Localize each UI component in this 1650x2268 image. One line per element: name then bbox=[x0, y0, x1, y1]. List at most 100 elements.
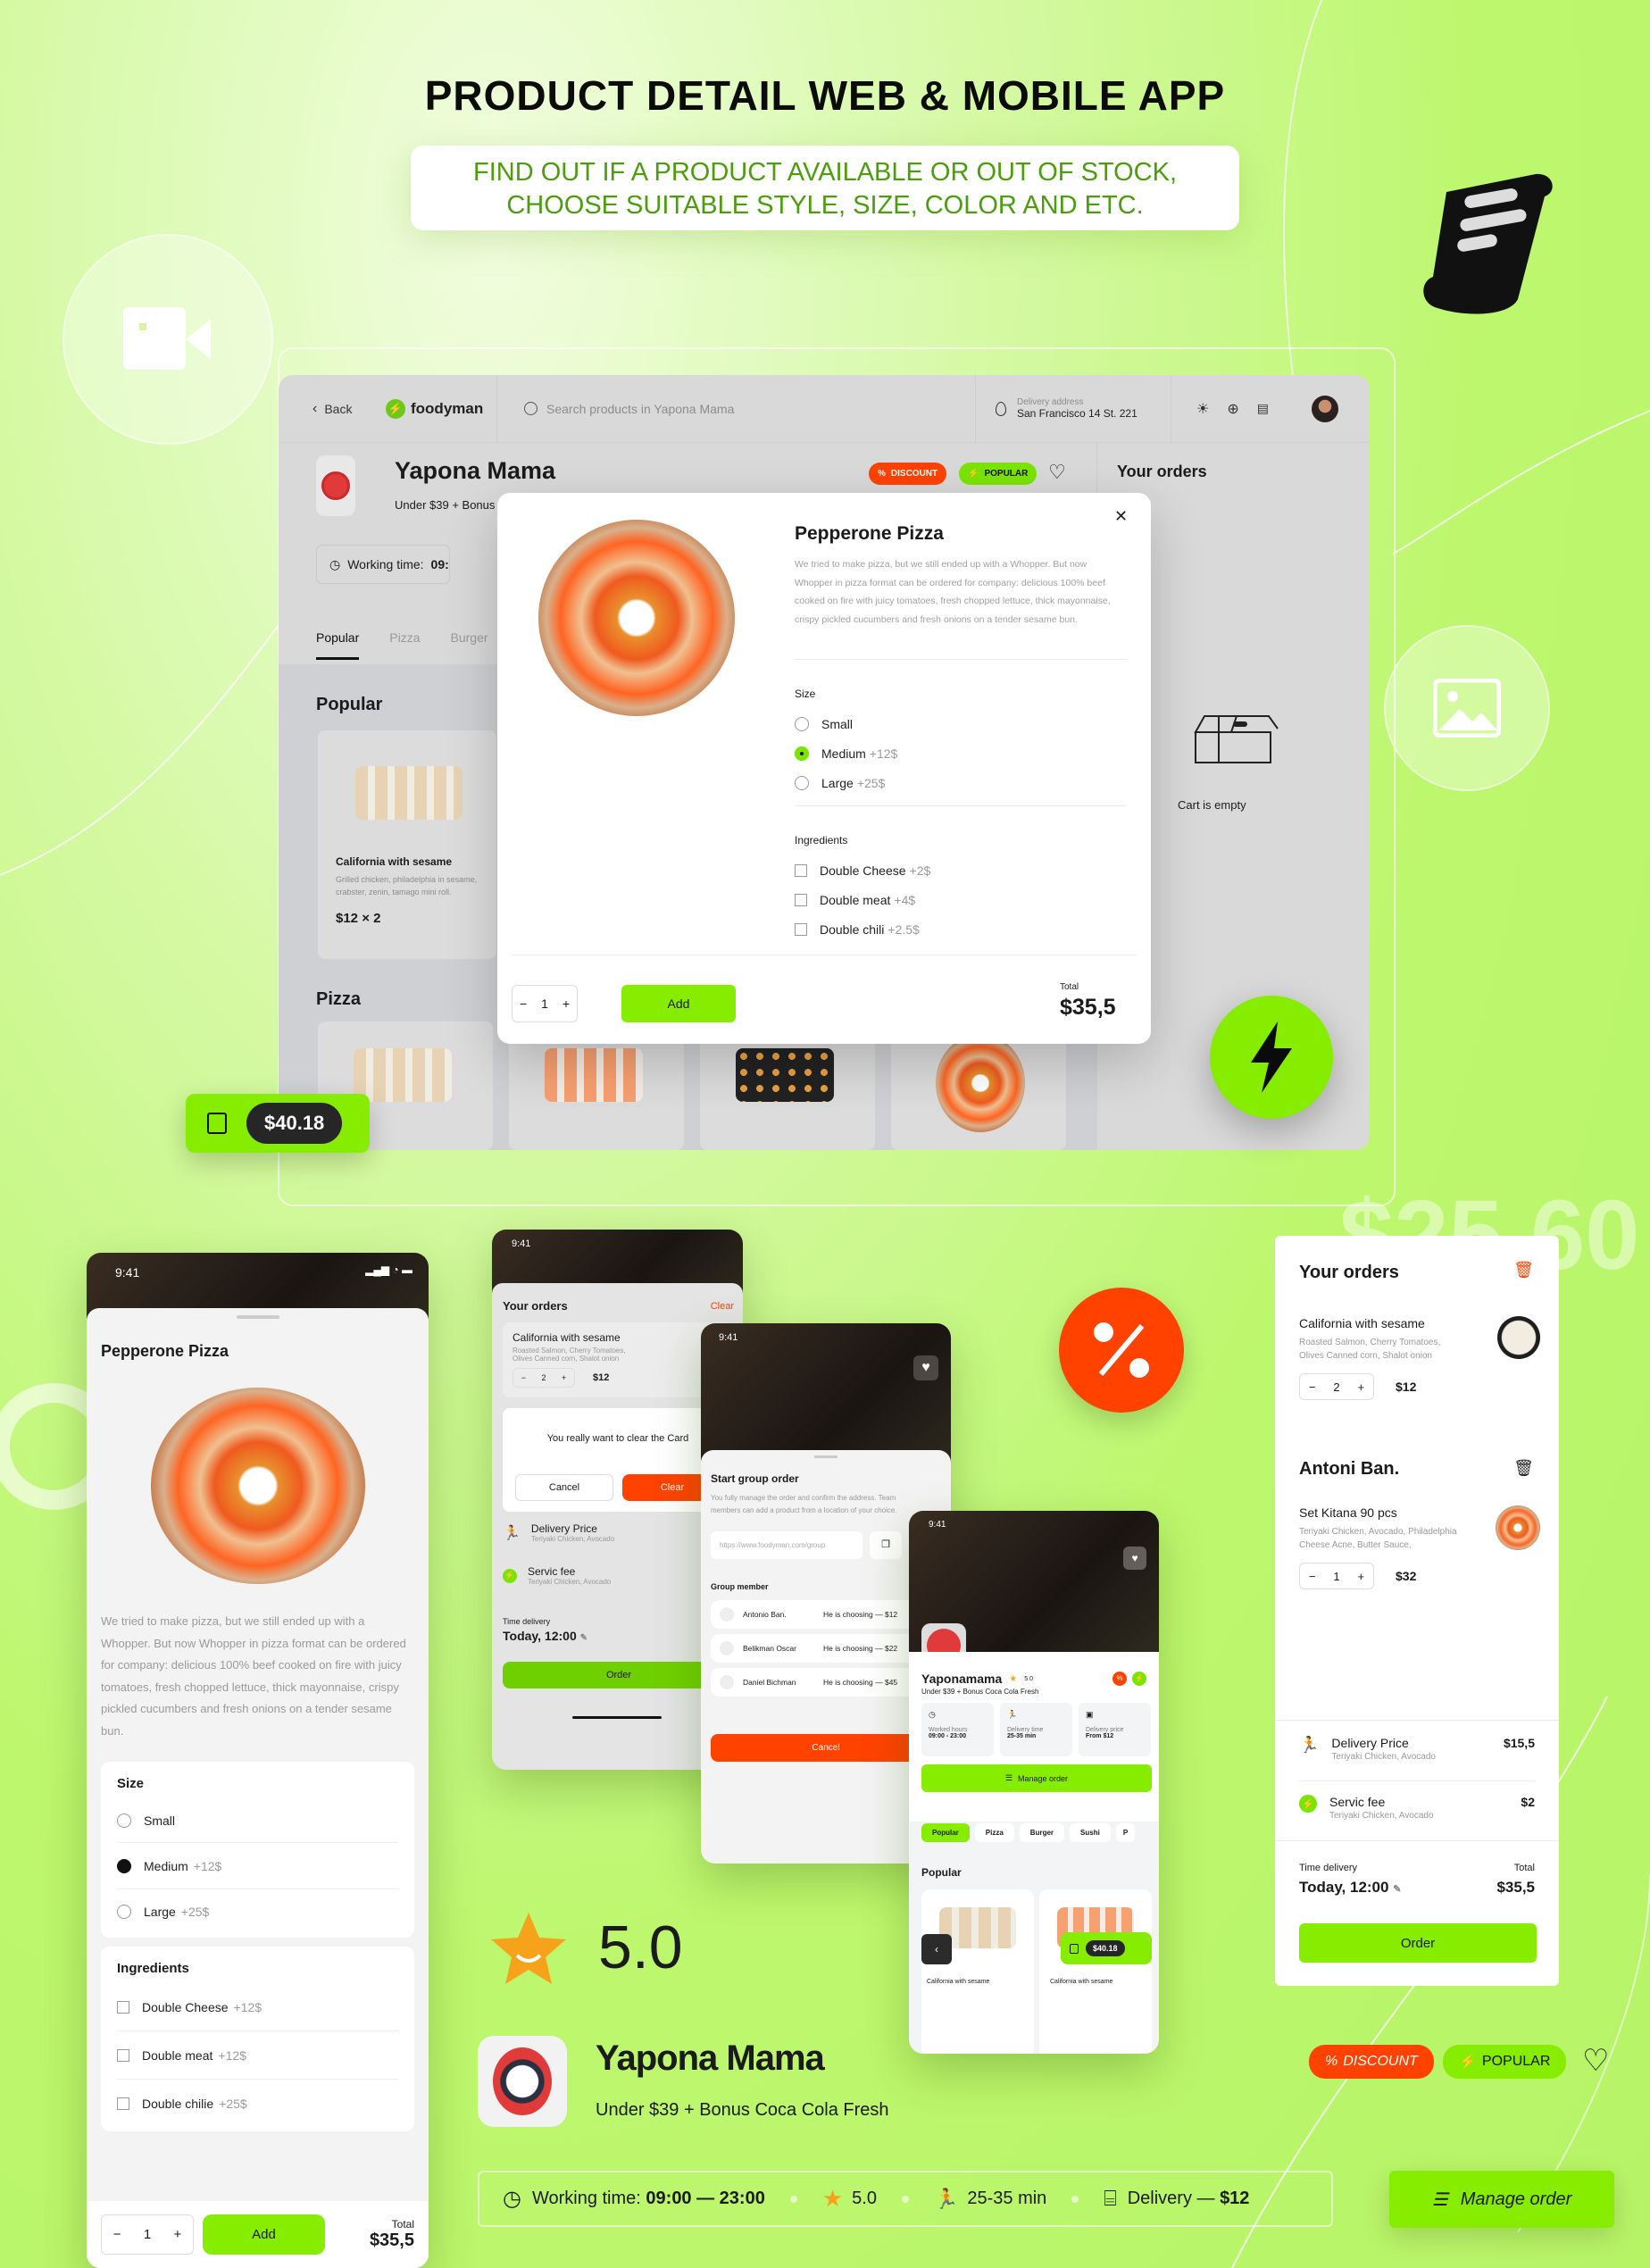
popular-badge-icon[interactable]: ⚡ bbox=[1132, 1672, 1146, 1686]
quantity-stepper[interactable]: −1 + bbox=[101, 2214, 194, 2255]
plus-icon[interactable]: + bbox=[1357, 1380, 1364, 1394]
group-member-row[interactable]: Daniel Bichman He is choosing — $45 bbox=[711, 1668, 941, 1697]
star-icon: ★ bbox=[821, 2185, 844, 2212]
cart-float-button[interactable]: $40.18 bbox=[186, 1094, 370, 1153]
clear-link[interactable]: Clear bbox=[711, 1301, 734, 1312]
size-option-medium[interactable]: Medium +12$ bbox=[795, 738, 897, 768]
delivery-time[interactable]: Today, 12:00 ✎ bbox=[1299, 1879, 1401, 1897]
favorite-heart-icon[interactable]: ♥ bbox=[1123, 1547, 1146, 1570]
favorite-heart-icon[interactable]: ♡ bbox=[1048, 461, 1066, 484]
edit-pencil-icon[interactable]: ✎ bbox=[1393, 1884, 1401, 1895]
group-link-input[interactable]: https://www.foodyman.com/group bbox=[711, 1531, 862, 1559]
size-option-large[interactable]: Large +25$ bbox=[795, 768, 897, 797]
minus-icon[interactable]: − bbox=[113, 2227, 121, 2242]
delivery-address[interactable]: Delivery address San Francisco 14 St. 22… bbox=[976, 397, 1171, 420]
size-option-medium[interactable]: Medium +12$ bbox=[117, 1843, 398, 1889]
product-description: We tried to make pizza, but we still end… bbox=[795, 559, 1111, 625]
tab-popular[interactable]: Popular bbox=[921, 1823, 970, 1842]
wallet-icon[interactable]: ▤ bbox=[1257, 401, 1269, 416]
back-chevron-button[interactable]: ‹ bbox=[921, 1934, 952, 1964]
popular-badge[interactable]: ⚡ POPULAR bbox=[1443, 2045, 1567, 2079]
edit-pencil-icon[interactable]: ✎ bbox=[580, 1633, 588, 1643]
restaurant-subtitle: Under $39 + Bonus Coca Cola Fresh bbox=[596, 2100, 889, 2120]
checkbox[interactable] bbox=[795, 863, 807, 877]
minus-icon[interactable]: − bbox=[1309, 1570, 1316, 1583]
checkbox[interactable] bbox=[117, 2000, 129, 2014]
radio[interactable] bbox=[795, 775, 809, 790]
product-card[interactable]: California with sesame bbox=[921, 1889, 1034, 2054]
radio[interactable] bbox=[795, 716, 809, 731]
tab-popular[interactable]: Popular bbox=[316, 630, 360, 660]
tab-pizza[interactable]: Pizza bbox=[389, 630, 420, 660]
quantity-stepper[interactable]: −2 + bbox=[512, 1368, 575, 1388]
lightning-fab[interactable] bbox=[1210, 996, 1333, 1119]
tab-more[interactable]: P bbox=[1115, 1823, 1136, 1842]
cart-float-button[interactable]: $40.18 bbox=[1061, 1932, 1152, 1964]
checkbox[interactable] bbox=[117, 2097, 129, 2110]
clear-confirm-dialog: You really want to clear the Card Cancel… bbox=[503, 1408, 733, 1512]
group-member-row[interactable]: Antonio Ban. He is choosing — $12 bbox=[711, 1600, 941, 1629]
favorite-heart-icon[interactable]: ♡ bbox=[1582, 2043, 1609, 2079]
popular-badge[interactable]: ⚡ POPULAR bbox=[959, 463, 1038, 485]
mobile-product-detail: 9:41 ▂▄▆ ◔ ▬ Pepperone Pizza We tried to… bbox=[87, 1253, 429, 2268]
user-avatar[interactable] bbox=[1311, 395, 1338, 422]
ingredient-double-chili[interactable]: Double chili +2.5$ bbox=[795, 914, 930, 944]
checkbox[interactable] bbox=[117, 2048, 129, 2062]
manage-order-button[interactable]: ☰ Manage order bbox=[921, 1764, 1152, 1792]
sheet-handle[interactable] bbox=[814, 1455, 838, 1458]
plus-icon[interactable]: + bbox=[1357, 1570, 1364, 1583]
add-button[interactable]: Add bbox=[621, 985, 736, 1022]
discount-badge[interactable]: % DISCOUNT bbox=[869, 463, 947, 485]
ingredient-double-meat[interactable]: Double meat +4$ bbox=[795, 885, 930, 914]
order-button[interactable]: Order bbox=[503, 1662, 735, 1688]
tab-sushi[interactable]: Sushi bbox=[1070, 1823, 1111, 1842]
manage-order-button[interactable]: ☰ Manage order bbox=[1389, 2171, 1614, 2228]
ingredient-double-cheese[interactable]: Double Cheese +12$ bbox=[117, 1983, 398, 2031]
product-title: Pepperone Pizza bbox=[795, 523, 944, 544]
discount-badge[interactable]: % DISCOUNT bbox=[1309, 2045, 1434, 2079]
cancel-button[interactable]: Cancel bbox=[711, 1734, 941, 1762]
foodyman-logo[interactable]: ⚡ foodyman bbox=[386, 398, 496, 419]
minus-icon[interactable]: − bbox=[520, 996, 527, 1011]
minus-icon[interactable]: − bbox=[1309, 1380, 1316, 1394]
group-member-row[interactable]: Belikman Oscar He is choosing — $22 bbox=[711, 1634, 941, 1663]
trash-icon[interactable]: 🗑 bbox=[1513, 1261, 1534, 1280]
cancel-button[interactable]: Cancel bbox=[515, 1474, 613, 1501]
size-option-large[interactable]: Large +25$ bbox=[117, 1889, 398, 1934]
product-card[interactable]: California with sesame Grilled chicken, … bbox=[318, 730, 496, 959]
copy-button[interactable]: ❐ bbox=[870, 1531, 902, 1559]
tab-burger[interactable]: Burger bbox=[451, 630, 488, 660]
plus-icon[interactable]: + bbox=[174, 2227, 182, 2242]
search-input[interactable]: Search products in Yapona Mama bbox=[497, 402, 975, 416]
ingredient-double-meat[interactable]: Double meat +12$ bbox=[117, 2031, 398, 2080]
sheet-handle[interactable] bbox=[236, 1315, 279, 1319]
size-option-small[interactable]: Small bbox=[795, 709, 897, 738]
modal-close-icon[interactable]: ✕ bbox=[1114, 507, 1128, 526]
quantity-stepper[interactable]: −1 + bbox=[1299, 1563, 1374, 1589]
ingredient-double-chilie[interactable]: Double chilie +25$ bbox=[117, 2080, 398, 2128]
tab-pizza[interactable]: Pizza bbox=[974, 1823, 1014, 1842]
quantity-stepper[interactable]: −2 + bbox=[1299, 1373, 1374, 1400]
back-button[interactable]: ‹ Back bbox=[279, 401, 386, 417]
radio[interactable] bbox=[117, 1813, 131, 1828]
discount-badge-icon[interactable]: % bbox=[1112, 1672, 1127, 1686]
theme-sun-icon[interactable]: ☀ bbox=[1196, 400, 1209, 418]
size-option-small[interactable]: Small bbox=[117, 1798, 398, 1843]
product-card[interactable]: California with sesame bbox=[1039, 1889, 1152, 2054]
quantity-stepper[interactable]: −1 + bbox=[512, 985, 578, 1022]
ingredient-double-cheese[interactable]: Double Cheese +2$ bbox=[795, 855, 930, 885]
user-icon bbox=[720, 1675, 734, 1689]
checkbox[interactable] bbox=[795, 922, 807, 936]
plus-icon[interactable]: + bbox=[562, 996, 570, 1011]
trash-icon[interactable]: 🗑 bbox=[1513, 1459, 1534, 1478]
order-button[interactable]: Order bbox=[1299, 1923, 1537, 1963]
add-button[interactable]: Add bbox=[203, 2214, 325, 2255]
tab-burger[interactable]: Burger bbox=[1019, 1823, 1065, 1842]
radio[interactable] bbox=[117, 1905, 131, 1919]
radio-selected[interactable] bbox=[117, 1858, 131, 1873]
checkbox[interactable] bbox=[795, 893, 807, 906]
delivery-time[interactable]: Today, 12:00 ✎ bbox=[503, 1629, 588, 1643]
favorite-heart-icon[interactable]: ♥ bbox=[913, 1355, 938, 1380]
globe-icon[interactable]: ⊕ bbox=[1227, 400, 1238, 418]
radio-selected[interactable] bbox=[795, 746, 809, 761]
